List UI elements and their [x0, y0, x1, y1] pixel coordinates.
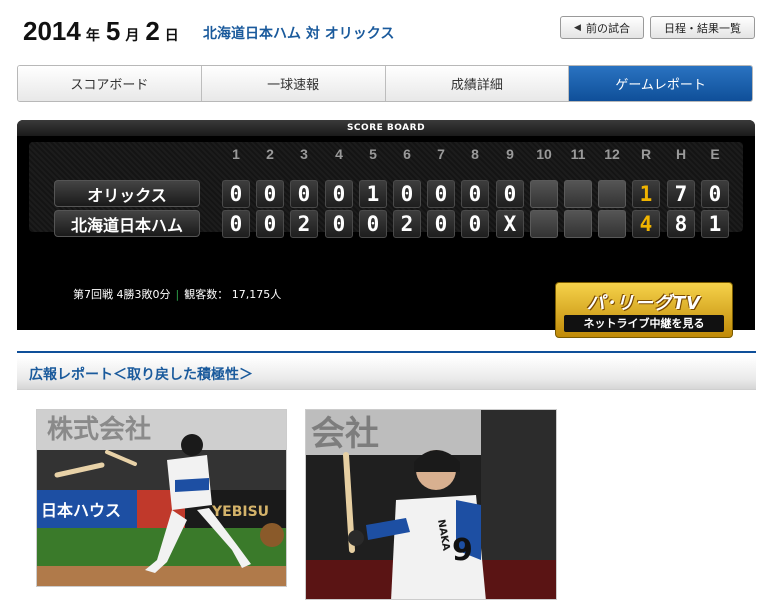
- column-header-2: 2: [266, 146, 274, 162]
- scoreboard-title: SCORE BOARD: [17, 120, 755, 136]
- column-header-1: 1: [232, 146, 240, 162]
- score-cell-inning-11: [564, 180, 592, 208]
- score-cell-inning-2: 0: [256, 210, 284, 238]
- score-cell-inning-10: [530, 180, 558, 208]
- svg-text:株式会社: 株式会社: [47, 414, 151, 445]
- date-month-unit: 月: [125, 27, 140, 43]
- prev-game-label: 前の試合: [585, 21, 630, 35]
- jersey-number: 9: [452, 533, 473, 568]
- game-info: 第7回戦 4勝3敗0分 | 観客数： 17,175人: [73, 286, 281, 302]
- batter-closeup-illustration: 会社 NAKA 9: [306, 410, 556, 599]
- score-cell-inning-8: 0: [461, 210, 489, 238]
- team-name-away[interactable]: オリックス: [54, 180, 200, 207]
- date-year: 2014: [23, 16, 81, 46]
- prev-game-button[interactable]: ◀ 前の試合: [560, 16, 644, 39]
- batter-swing-illustration: 株式会社 日本ハウス YEBISU: [37, 410, 286, 586]
- column-header-r: R: [640, 146, 652, 162]
- score-cell-runs: 1: [632, 180, 660, 208]
- score-cell-inning-11: [564, 210, 592, 238]
- game-header: 2014 年 5 月 2 日 北海道日本ハム 対 オリックス ◀ 前の試合 日程・結果一覧: [20, 14, 760, 48]
- column-header-7: 7: [437, 146, 445, 162]
- score-cell-inning-9: X: [496, 210, 524, 238]
- score-cell-inning-1: 0: [222, 210, 250, 238]
- watch-live-label: ネットライブ中継を見る: [564, 315, 724, 332]
- svg-text:会社: 会社: [311, 414, 379, 454]
- column-header-5: 5: [369, 146, 377, 162]
- attendance-value: 17,175人: [231, 288, 282, 301]
- tab-pitch-by-pitch[interactable]: 一球速報: [201, 66, 386, 101]
- report-title: 広報レポート＜取り戻した積極性＞: [29, 367, 253, 383]
- svg-text:YEBISU: YEBISU: [211, 504, 269, 520]
- attendance-label: 観客数：: [184, 288, 229, 301]
- score-cell-inning-3: 2: [290, 210, 318, 238]
- score-cell-inning-12: [598, 180, 626, 208]
- tab-scoreboard[interactable]: スコアボード: [18, 66, 202, 101]
- column-header-10: 10: [536, 146, 552, 162]
- score-cell-hits: 8: [667, 210, 695, 238]
- score-cell-inning-5: 0: [359, 210, 387, 238]
- score-cell-hits: 7: [667, 180, 695, 208]
- date-day: 2: [145, 16, 160, 46]
- score-cell-inning-8: 0: [461, 180, 489, 208]
- score-cell-inning-9: 0: [496, 180, 524, 208]
- score-cell-inning-4: 0: [325, 180, 353, 208]
- info-separator: |: [175, 288, 180, 301]
- column-header-8: 8: [471, 146, 479, 162]
- column-header-6: 6: [403, 146, 411, 162]
- game-date: 2014 年 5 月 2 日: [23, 16, 185, 47]
- score-cell-runs: 4: [632, 210, 660, 238]
- score-cell-inning-7: 0: [427, 210, 455, 238]
- team-name-home[interactable]: 北海道日本ハム: [54, 210, 200, 237]
- pacific-league-tv-button[interactable]: パ･リーグTV ネットライブ中継を見る: [555, 282, 733, 338]
- section-divider: [17, 351, 756, 353]
- column-header-3: 3: [300, 146, 308, 162]
- score-cell-inning-7: 0: [427, 180, 455, 208]
- score-cell-inning-6: 0: [393, 180, 421, 208]
- pacific-league-tv-logo: パ･リーグTV: [586, 293, 702, 314]
- svg-text:日本ハウス: 日本ハウス: [41, 501, 121, 520]
- score-cell-inning-12: [598, 210, 626, 238]
- score-cell-errors: 1: [701, 210, 729, 238]
- score-cell-inning-3: 0: [290, 180, 318, 208]
- schedule-results-button[interactable]: 日程・結果一覧: [650, 16, 755, 39]
- score-cell-inning-1: 0: [222, 180, 250, 208]
- report-photo-batter-closeup[interactable]: 会社 NAKA 9: [305, 409, 557, 600]
- scoreboard-panel: 1 2 3 4 5 6 7 8 9 10 11 12 R H E オリックス 0 0 0 0 1 0 0 0 0 1 7 0 北海道日本…: [29, 142, 743, 363]
- report-heading-bar: 広報レポート＜取り戻した積極性＞: [17, 357, 756, 390]
- score-cell-inning-2: 0: [256, 180, 284, 208]
- date-year-unit: 年: [85, 27, 100, 43]
- score-cell-inning-10: [530, 210, 558, 238]
- score-cell-inning-6: 2: [393, 210, 421, 238]
- game-tabs: スコアボード 一球速報 成績詳細 ゲームレポート: [17, 65, 753, 102]
- score-cell-errors: 0: [701, 180, 729, 208]
- column-header-e: E: [710, 146, 720, 162]
- triangle-left-icon: ◀: [574, 22, 581, 33]
- score-cell-inning-5: 1: [359, 180, 387, 208]
- column-header-11: 11: [570, 146, 586, 162]
- column-header-12: 12: [604, 146, 620, 162]
- linescore-grid: 1 2 3 4 5 6 7 8 9 10 11 12 R H E オリックス 0 0 0 0 1 0 0 0 0 1 7 0 北海道日本…: [29, 142, 743, 238]
- column-header-h: H: [675, 146, 687, 162]
- column-header-4: 4: [335, 146, 343, 162]
- score-cell-inning-4: 0: [325, 210, 353, 238]
- matchup-link[interactable]: 北海道日本ハム 対 オリックス: [203, 23, 394, 43]
- date-month: 5: [105, 16, 121, 46]
- date-day-unit: 日: [164, 27, 179, 43]
- scoreboard: SCORE BOARD 1 2 3 4 5 6 7 8 9 10 11 12 R H E オリックス 0 0 0 0 1…: [17, 120, 755, 338]
- column-header-9: 9: [506, 146, 514, 162]
- series-record: 第7回戦 4勝3敗0分: [73, 288, 171, 301]
- tab-game-report[interactable]: ゲームレポート: [569, 66, 752, 101]
- tab-stats-detail[interactable]: 成績詳細: [385, 66, 570, 101]
- report-photo-batter-swing[interactable]: 株式会社 日本ハウス YEBISU: [36, 409, 287, 587]
